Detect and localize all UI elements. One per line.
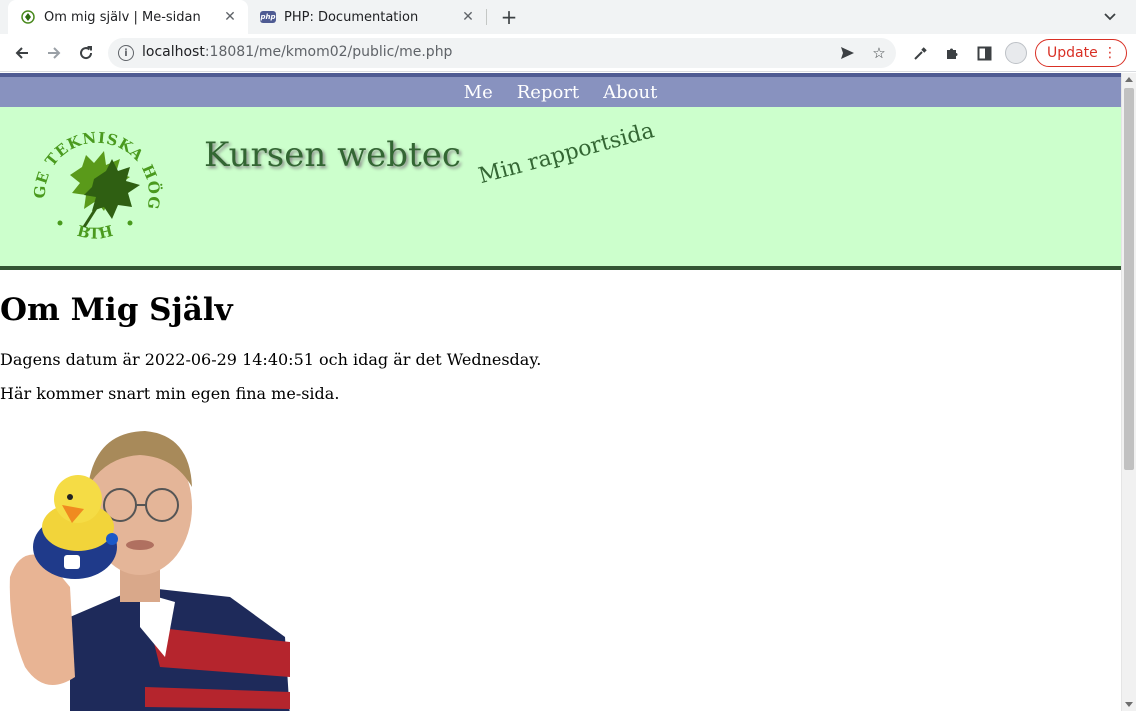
nav-link-report[interactable]: Report — [517, 82, 579, 103]
intro-paragraph: Här kommer snart min egen fina me-sida. — [0, 384, 340, 403]
page-scrollbar[interactable] — [1121, 73, 1136, 711]
logo-text-bottom: BTH — [75, 222, 114, 243]
scroll-thumb[interactable] — [1124, 88, 1134, 470]
scroll-down-arrow-icon[interactable] — [1125, 702, 1133, 707]
page-viewport: Me Report About BLEKINGE TEKNISKA HÖGSKO… — [0, 73, 1121, 711]
site-navbar: Me Report About — [0, 73, 1121, 107]
forward-arrow-icon[interactable] — [42, 41, 66, 65]
extensions-puzzle-icon[interactable] — [942, 43, 962, 63]
send-to-devices-icon[interactable] — [838, 44, 856, 62]
profile-photo — [9, 431, 290, 711]
tab-php-docs[interactable]: php PHP: Documentation ✕ — [248, 0, 486, 34]
eyedropper-icon[interactable] — [910, 43, 930, 63]
site-slogan: Min rapportsida — [476, 118, 657, 190]
back-arrow-icon[interactable] — [10, 41, 34, 65]
more-menu-icon[interactable]: ⋮ — [1103, 45, 1117, 61]
site-header: BLEKINGE TEKNISKA HÖGSKOLA BTH Kursen we… — [0, 107, 1121, 270]
site-info-icon[interactable]: i — [118, 45, 134, 61]
tab-separator — [486, 9, 487, 25]
close-tab-icon[interactable]: ✕ — [222, 9, 238, 25]
bth-logo: BLEKINGE TEKNISKA HÖGSKOLA BTH — [24, 115, 163, 243]
side-panel-icon[interactable] — [974, 43, 994, 63]
tab-title: Om mig själv | Me-sidan — [44, 9, 201, 25]
new-tab-icon[interactable]: + — [498, 5, 520, 29]
scroll-up-arrow-icon[interactable] — [1125, 77, 1133, 82]
site-title: Kursen webtec — [204, 135, 461, 175]
profile-avatar[interactable] — [1005, 42, 1027, 64]
tab-strip: Om mig själv | Me-sidan ✕ php PHP: Docum… — [0, 0, 1136, 34]
tab-search-chevron-icon[interactable] — [1100, 7, 1120, 27]
page-title: Om Mig Själv — [0, 292, 233, 328]
browser-toolbar: i localhost:18081/me/kmom02/public/me.ph… — [0, 34, 1136, 72]
address-bar[interactable]: i localhost:18081/me/kmom02/public/me.ph… — [108, 38, 896, 68]
url-text[interactable]: localhost:18081/me/kmom02/public/me.php — [142, 44, 452, 60]
nav-link-about[interactable]: About — [603, 82, 657, 103]
svg-text:BTH: BTH — [75, 222, 114, 243]
bookmark-star-icon[interactable]: ☆ — [870, 44, 888, 62]
nav-link-me[interactable]: Me — [464, 82, 493, 103]
update-button[interactable]: Update ⋮ — [1035, 39, 1127, 67]
reload-icon[interactable] — [74, 41, 98, 65]
date-paragraph: Dagens datum är 2022-06-29 14:40:51 och … — [0, 350, 542, 369]
bth-leaf-icon — [20, 9, 36, 25]
tab-me-page[interactable]: Om mig själv | Me-sidan ✕ — [8, 0, 248, 34]
tab-title: PHP: Documentation — [284, 9, 419, 25]
close-tab-icon[interactable]: ✕ — [460, 9, 476, 25]
php-icon: php — [260, 11, 276, 23]
